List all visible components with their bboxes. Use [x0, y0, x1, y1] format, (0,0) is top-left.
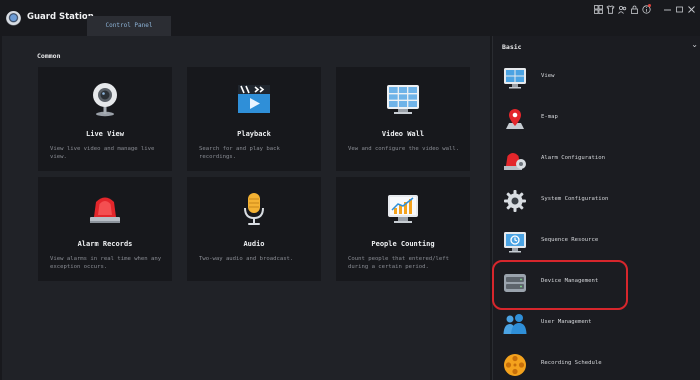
notification-dot: [648, 4, 651, 7]
tile-audio[interactable]: Audio Two-way audio and broadcast.: [187, 177, 321, 281]
divider: [654, 5, 660, 15]
tile-title: Audio: [243, 240, 265, 248]
video-wall-icon: [385, 81, 421, 117]
film-reel-icon: [503, 353, 527, 377]
tile-title: Playback: [237, 130, 271, 138]
tile-alarm-records[interactable]: Alarm Records View alarms in real time w…: [38, 177, 172, 281]
sidebar-item-recording-schedule[interactable]: Recording Schedule: [493, 344, 700, 380]
tile-description: Search for and play back recordings.: [199, 146, 280, 160]
common-panel: Common Live View View live video and man…: [2, 36, 490, 380]
tile-description: Two-way audio and broadcast.: [199, 256, 294, 262]
sidebar-item-label: E-map: [541, 114, 558, 120]
restore-icon[interactable]: [675, 5, 684, 15]
tile-title: People Counting: [371, 240, 435, 248]
sequence-icon: [503, 230, 527, 254]
sidebar-item-label: User Management: [541, 319, 592, 325]
sidebar-item-label: Sequence Resource: [541, 237, 599, 243]
tile-description: View alarms in real time when any except…: [50, 256, 162, 270]
info-icon[interactable]: [642, 4, 651, 15]
window-controls: [594, 4, 696, 16]
users-icon: [503, 312, 527, 336]
section-title-common: Common: [37, 52, 61, 60]
sidebar-item-e-map[interactable]: E-map: [493, 98, 700, 139]
sidebar-item-label: Recording Schedule: [541, 360, 602, 366]
app-title: Guard Station: [27, 12, 94, 22]
tab-control-panel[interactable]: Control Panel: [87, 16, 171, 36]
tile-people-counting[interactable]: People Counting Count people that entere…: [336, 177, 470, 281]
microphone-icon: [236, 191, 272, 227]
sidebar-item-label: System Configuration: [541, 196, 609, 202]
sidebar-item-label: Alarm Configuration: [541, 155, 605, 161]
gear-icon: [503, 189, 527, 213]
monitor-icon: [503, 66, 527, 90]
user-icon[interactable]: [618, 5, 627, 15]
alarm-light-icon: [87, 191, 123, 227]
tile-title: Live View: [86, 130, 124, 138]
shirt-icon[interactable]: [606, 5, 615, 15]
tile-title: Alarm Records: [77, 240, 133, 248]
chart-monitor-icon: [385, 191, 421, 227]
basic-panel: Basic ⌄ View E-map Alarm Configuration S…: [492, 36, 700, 380]
chevron-down-icon[interactable]: ⌄: [691, 40, 698, 49]
tile-video-wall[interactable]: Video Wall Vew and configure the video w…: [336, 67, 470, 171]
tile-live-view[interactable]: Live View View live video and manage liv…: [38, 67, 172, 171]
tile-playback[interactable]: Playback Search for and play back record…: [187, 67, 321, 171]
sidebar-item-alarm-configuration[interactable]: Alarm Configuration: [493, 139, 700, 180]
playback-icon: [236, 81, 272, 117]
tile-description: Count people that entered/left during a …: [348, 256, 450, 270]
close-icon[interactable]: [687, 5, 696, 15]
sidebar-item-sequence-resource[interactable]: Sequence Resource: [493, 221, 700, 262]
section-title-basic: Basic: [502, 43, 522, 51]
lock-icon[interactable]: [630, 5, 639, 15]
sidebar-item-view[interactable]: View: [493, 57, 700, 98]
tile-description: View live video and manage live view.: [50, 146, 155, 160]
map-pin-icon: [503, 107, 527, 131]
layout-icon[interactable]: [594, 5, 603, 15]
tile-description: Vew and configure the video wall.: [348, 146, 460, 152]
alarm-config-icon: [503, 148, 527, 172]
minimize-icon[interactable]: [663, 5, 672, 15]
guard-station-logo-icon: [6, 11, 21, 26]
highlight-box: [492, 260, 628, 310]
title-bar: Guard Station Control Panel: [0, 0, 700, 36]
camera-icon: [87, 81, 123, 117]
tile-title: Video Wall: [381, 130, 425, 138]
sidebar-item-system-configuration[interactable]: System Configuration: [493, 180, 700, 221]
sidebar-item-label: View: [541, 73, 555, 79]
